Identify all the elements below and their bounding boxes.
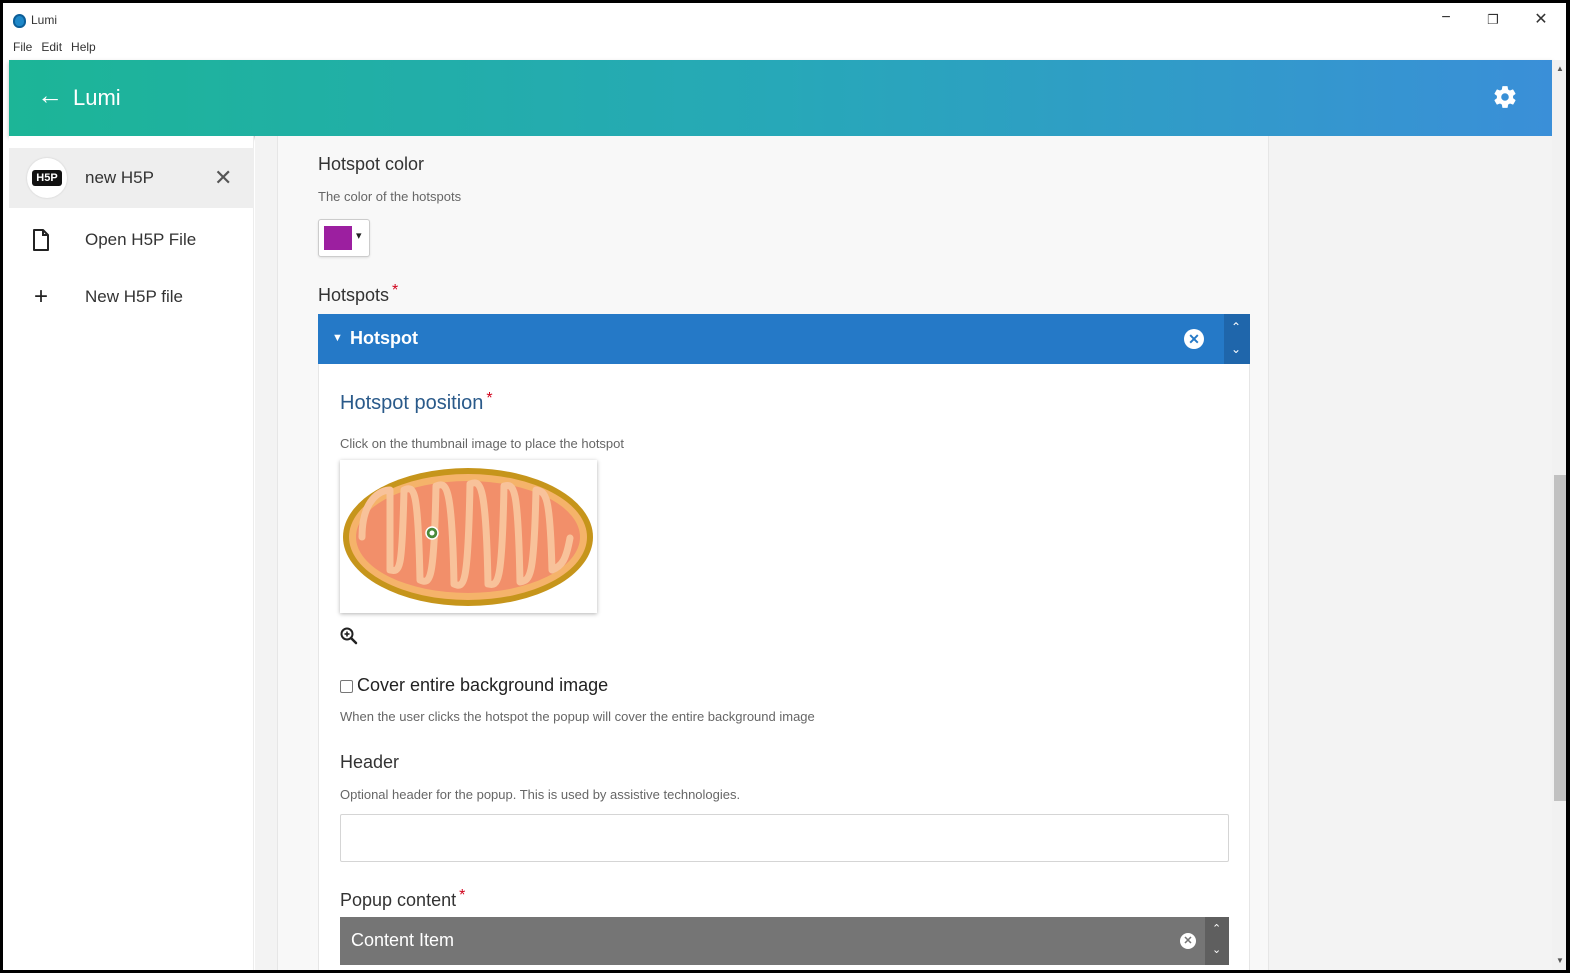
header-input[interactable] xyxy=(340,814,1229,862)
app-header-title: Lumi xyxy=(73,85,121,110)
collapse-triangle-icon[interactable]: ▼ xyxy=(332,332,343,344)
plus-icon: + xyxy=(33,283,48,310)
scroll-up-arrow-icon[interactable]: ▲ xyxy=(1556,64,1564,73)
hotspot-order-buttons: ⌃ ⌄ xyxy=(1224,314,1250,364)
file-icon xyxy=(27,226,55,254)
sidebar-item-open-h5p-file[interactable]: Open H5P File xyxy=(9,210,254,270)
lumi-logo-icon xyxy=(13,14,26,28)
restore-button[interactable]: ❐ xyxy=(1483,12,1503,28)
move-down-icon[interactable]: ⌄ xyxy=(1231,342,1241,356)
h5p-editor-form: Hotspot color The color of the hotspots … xyxy=(277,136,1269,970)
background-thumbnail[interactable] xyxy=(340,460,597,613)
cover-background-checkbox[interactable] xyxy=(340,680,353,693)
hotspot-color-picker[interactable]: ▾ xyxy=(318,219,370,257)
scroll-down-arrow-icon[interactable]: ▼ xyxy=(1556,956,1564,965)
menu-file[interactable]: File xyxy=(13,40,32,54)
sidebar-item-label: new H5P xyxy=(85,168,154,187)
sidebar-item-new-h5p-file[interactable]: + New H5P file xyxy=(9,267,254,327)
menu-bar: File Edit Help xyxy=(13,40,96,54)
sidebar-item-label: Open H5P File xyxy=(85,230,197,249)
minimize-button[interactable]: − xyxy=(1436,9,1456,27)
hotspot-position-description: Click on the thumbnail image to place th… xyxy=(340,436,625,451)
required-marker: * xyxy=(459,887,466,904)
hotspot-group-header[interactable]: ▼ Hotspot ✕ ⌃ ⌄ xyxy=(318,314,1250,364)
sidebar-item-label: New H5P file xyxy=(85,287,183,306)
move-up-icon[interactable]: ⌃ xyxy=(1231,320,1241,334)
required-marker: * xyxy=(392,282,399,299)
back-arrow-icon[interactable]: ← xyxy=(37,82,63,108)
required-marker: * xyxy=(486,390,493,407)
popup-content-label-text: Popup content xyxy=(340,890,457,910)
remove-content-item-icon[interactable]: ✕ xyxy=(1180,933,1196,949)
menu-help[interactable]: Help xyxy=(71,40,96,54)
hotspot-position-label-text: Hotspot position xyxy=(340,392,484,414)
color-swatch xyxy=(324,226,352,250)
app-window: Lumi − ❐ ✕ File Edit Help ← Lumi H5P new… xyxy=(0,0,1570,973)
hotspot-group-body: Hotspot position * Click on the thumbnail… xyxy=(318,364,1250,970)
hotspot-group-title: Hotspot xyxy=(350,328,418,348)
menu-edit[interactable]: Edit xyxy=(41,40,62,54)
cover-background-description: When the user clicks the hotspot the pop… xyxy=(340,709,815,724)
popup-content-label: Popup content * xyxy=(340,887,466,911)
close-button[interactable]: ✕ xyxy=(1531,9,1551,29)
window-title: Lumi xyxy=(31,13,58,27)
vertical-scrollbar[interactable]: ▲ ▼ xyxy=(1552,60,1566,970)
gear-icon[interactable] xyxy=(1492,84,1518,110)
content-item-title: Content Item xyxy=(351,930,455,950)
h5p-badge-text: H5P xyxy=(32,170,62,186)
hotspot-position-label: Hotspot position * xyxy=(340,390,493,415)
content-item-order-buttons: ⌃ ⌄ xyxy=(1205,917,1229,965)
scrollbar-thumb[interactable] xyxy=(1554,475,1566,801)
hotspots-label: Hotspots * xyxy=(318,282,399,306)
hotspot-color-description: The color of the hotspots xyxy=(318,189,462,204)
content-item-header[interactable]: Content Item ✕ ⌃ ⌄ xyxy=(340,917,1229,965)
cover-background-label[interactable]: Cover entire background image xyxy=(357,675,608,696)
hotspots-label-text: Hotspots xyxy=(318,285,390,305)
move-up-icon[interactable]: ⌃ xyxy=(1212,922,1221,935)
main-content: Hotspot color The color of the hotspots … xyxy=(255,136,1552,970)
sidebar: H5P new H5P ✕ Open H5P File + New H5P fi… xyxy=(9,136,254,970)
close-tab-icon[interactable]: ✕ xyxy=(214,165,232,191)
mitochondrion-image xyxy=(343,468,593,606)
hotspot-color-label: Hotspot color xyxy=(318,154,425,174)
header-label: Header xyxy=(340,752,400,772)
h5p-logo-icon: H5P xyxy=(27,158,67,198)
header-description: Optional header for the popup. This is u… xyxy=(340,787,741,802)
zoom-in-icon[interactable] xyxy=(340,627,358,645)
remove-hotspot-icon[interactable]: ✕ xyxy=(1184,329,1204,349)
title-bar: Lumi − ❐ ✕ xyxy=(3,3,1566,39)
app-header: ← Lumi xyxy=(9,60,1552,136)
sidebar-item-new-h5p[interactable]: H5P new H5P ✕ xyxy=(9,148,254,208)
chevron-down-icon: ▾ xyxy=(356,230,362,242)
move-down-icon[interactable]: ⌄ xyxy=(1212,943,1221,956)
